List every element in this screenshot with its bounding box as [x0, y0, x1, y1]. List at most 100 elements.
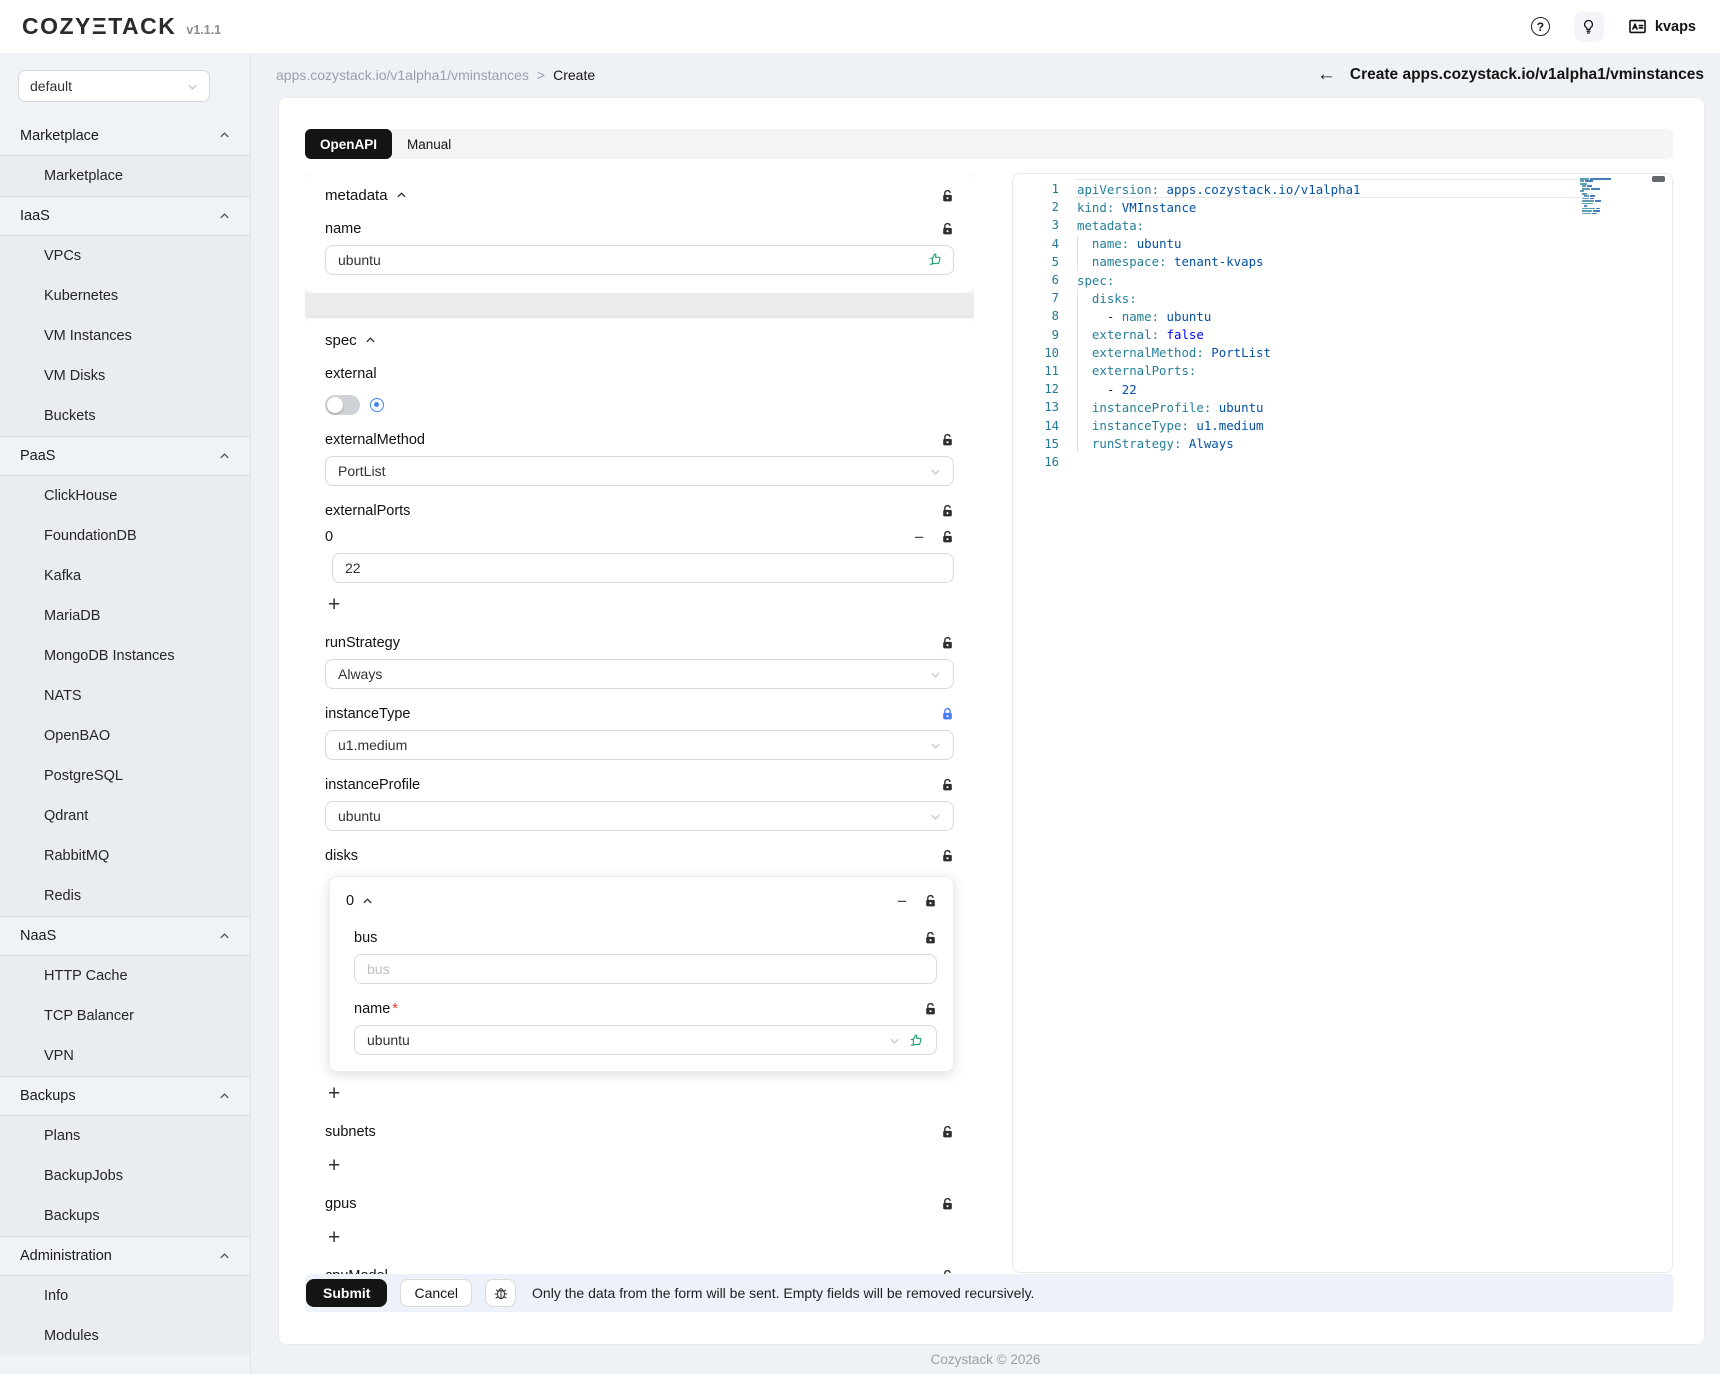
sidebar-item-mongodb-instances[interactable]: MongoDB Instances [0, 636, 250, 676]
theme-toggle-button[interactable] [1574, 12, 1604, 42]
add-item-button[interactable]: + [328, 1225, 350, 1251]
sidebar-section-backups[interactable]: Backups [0, 1076, 250, 1116]
cancel-button[interactable]: Cancel [400, 1279, 472, 1307]
yaml-editor[interactable]: 1apiVersion: apps.cozystack.io/v1alpha12… [1012, 173, 1673, 1273]
tab-manual[interactable]: Manual [392, 129, 466, 159]
lock-icon[interactable] [941, 530, 954, 544]
sidebar-item-info[interactable]: Info [0, 1276, 250, 1316]
breadcrumb-separator: > [537, 67, 545, 83]
chevron-down-icon [930, 466, 941, 477]
code-line: 11 externalPorts: [1013, 362, 1672, 380]
name-input[interactable] [325, 245, 954, 275]
port-input[interactable] [332, 553, 954, 583]
collapse-caret-icon [219, 130, 230, 141]
sidebar-item-modules[interactable]: Modules [0, 1316, 250, 1356]
lock-icon[interactable] [941, 189, 954, 203]
metadata-section-header[interactable]: metadata [325, 187, 407, 204]
sidebar-item-clickhouse[interactable]: ClickHouse [0, 476, 250, 516]
sidebar-item-vm-instances[interactable]: VM Instances [0, 316, 250, 356]
field-label-disks: disks [325, 848, 941, 864]
tenant-select-value: default [30, 78, 72, 94]
spec-section-header[interactable]: spec [325, 332, 376, 349]
add-item-button[interactable]: + [328, 1081, 350, 1107]
sidebar-section-paas[interactable]: PaaS [0, 436, 250, 476]
back-arrow-icon[interactable]: ← [1317, 64, 1336, 86]
instanceprofile-select[interactable]: ubuntu [325, 801, 954, 831]
lock-icon[interactable] [941, 433, 954, 447]
sidebar-item-backupjobs[interactable]: BackupJobs [0, 1156, 250, 1196]
runstrategy-select[interactable]: Always [325, 659, 954, 689]
sidebar-item-postgresql[interactable]: PostgreSQL [0, 756, 250, 796]
spec-card: spec externalexternalMethodPortListexter… [305, 318, 974, 1275]
lock-icon[interactable] [941, 636, 954, 650]
sidebar-item-redis[interactable]: Redis [0, 876, 250, 916]
lock-icon[interactable] [941, 778, 954, 792]
name-select[interactable]: ubuntu [354, 1025, 937, 1055]
metadata-card: metadata name [305, 173, 974, 293]
lock-icon[interactable] [924, 894, 937, 908]
form-column: metadata name spec external externalMethod… [305, 173, 974, 1275]
field-label-externalmethod: externalMethod [325, 432, 941, 448]
collapse-caret-icon [365, 335, 376, 346]
field-label-external: external [325, 366, 954, 382]
thumbs-up-icon [928, 252, 943, 267]
debug-button[interactable] [485, 1279, 516, 1307]
field-label-instanceprofile: instanceProfile [325, 777, 941, 793]
sidebar-item-foundationdb[interactable]: FoundationDB [0, 516, 250, 556]
sidebar-item-vpn[interactable]: VPN [0, 1036, 250, 1076]
lock-icon[interactable] [924, 1002, 937, 1016]
remove-item-icon[interactable]: − [897, 893, 907, 910]
app-logo: COZYΞTACK [22, 13, 176, 40]
sidebar-item-nats[interactable]: NATS [0, 676, 250, 716]
lock-icon[interactable] [924, 931, 937, 945]
editor-scrollbar-thumb[interactable] [1652, 176, 1665, 182]
sidebar-item-kubernetes[interactable]: Kubernetes [0, 276, 250, 316]
sidebar-item-vm-disks[interactable]: VM Disks [0, 356, 250, 396]
sidebar-item-mariadb[interactable]: MariaDB [0, 596, 250, 636]
line-number: 9 [1013, 328, 1059, 342]
sidebar-section-iaas[interactable]: IaaS [0, 196, 250, 236]
sidebar-item-http-cache[interactable]: HTTP Cache [0, 956, 250, 996]
sidebar-section-marketplace[interactable]: Marketplace [0, 116, 250, 156]
breadcrumb-current: Create [553, 67, 595, 83]
sidebar-item-vpcs[interactable]: VPCs [0, 236, 250, 276]
line-number: 1 [1013, 182, 1059, 196]
breadcrumb-path[interactable]: apps.cozystack.io/v1alpha1/vminstances [276, 67, 529, 83]
sidebar-section-administration[interactable]: Administration [0, 1236, 250, 1276]
lock-icon[interactable] [941, 222, 954, 236]
remove-item-icon[interactable]: − [914, 529, 924, 546]
tab-openapi[interactable]: OpenAPI [305, 129, 392, 159]
help-icon[interactable]: ? [1531, 17, 1550, 36]
collapse-caret-icon [219, 451, 230, 462]
sidebar-item-backups[interactable]: Backups [0, 1196, 250, 1236]
sidebar-item-plans[interactable]: Plans [0, 1116, 250, 1156]
tenant-select[interactable]: default [18, 70, 210, 102]
externalmethod-select[interactable]: PortList [325, 456, 954, 486]
sidebar-item-qdrant[interactable]: Qdrant [0, 796, 250, 836]
add-item-button[interactable]: + [328, 592, 350, 618]
sidebar-section-naas[interactable]: NaaS [0, 916, 250, 956]
sidebar-item-buckets[interactable]: Buckets [0, 396, 250, 436]
main-area: apps.cozystack.io/v1alpha1/vminstances >… [251, 53, 1720, 1374]
editor-minimap[interactable] [1580, 178, 1628, 218]
submit-button[interactable]: Submit [306, 1279, 387, 1307]
lock-icon[interactable] [941, 504, 954, 518]
sidebar-item-kafka[interactable]: Kafka [0, 556, 250, 596]
sidebar-item-tcp-balancer[interactable]: TCP Balancer [0, 996, 250, 1036]
instancetype-select[interactable]: u1.medium [325, 730, 954, 760]
external-toggle[interactable] [325, 395, 360, 415]
item-index[interactable]: 0 [346, 893, 897, 909]
line-number: 12 [1013, 382, 1059, 396]
sidebar-item-openbao[interactable]: OpenBAO [0, 716, 250, 756]
lock-icon[interactable] [941, 849, 954, 863]
lock-icon[interactable] [941, 707, 954, 721]
sidebar-item-rabbitmq[interactable]: RabbitMQ [0, 836, 250, 876]
bus-input[interactable] [354, 954, 937, 984]
lock-icon[interactable] [941, 1197, 954, 1211]
lock-icon[interactable] [941, 1125, 954, 1139]
sidebar-item-marketplace[interactable]: Marketplace [0, 156, 250, 196]
collapse-caret-icon [219, 1251, 230, 1262]
user-menu[interactable]: kvaps [1628, 17, 1696, 36]
add-item-button[interactable]: + [328, 1153, 350, 1179]
default-value-indicator-icon[interactable] [370, 398, 384, 412]
